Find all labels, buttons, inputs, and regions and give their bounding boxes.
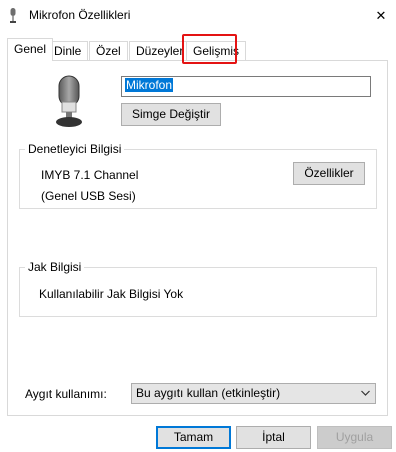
tab-bar: Genel Dinle Özel Düzeyler Gelişmiş: [7, 38, 392, 61]
window-title: Mikrofon Özellikleri: [29, 8, 131, 22]
controller-name: IMYB 7.1 Channel: [41, 168, 139, 182]
device-usage-label: Aygıt kullanımı:: [25, 387, 107, 401]
change-icon-button[interactable]: Simge Değiştir: [121, 103, 221, 126]
controller-subtitle: (Genel USB Sesi): [41, 189, 136, 203]
properties-button[interactable]: Özellikler: [293, 162, 365, 185]
tab-advanced[interactable]: Gelişmiş: [186, 41, 247, 61]
controller-info-legend: Denetleyici Bilgisi: [25, 142, 125, 157]
general-panel: Mikrofon Simge Değiştir Denetleyici Bilg…: [7, 60, 388, 416]
jack-info-legend: Jak Bilgisi: [25, 260, 85, 275]
microphone-icon: [56, 75, 82, 127]
cancel-button[interactable]: İptal: [236, 426, 311, 449]
controller-info-group: Denetleyici Bilgisi IMYB 7.1 Channel (Ge…: [19, 142, 377, 209]
tab-listen[interactable]: Dinle: [47, 41, 89, 61]
tab-general[interactable]: Genel: [7, 38, 54, 61]
device-name-value: Mikrofon: [125, 78, 174, 92]
device-usage-value: Bu aygıtı kullan (etkinleştir): [136, 386, 281, 400]
jack-info-group: Jak Bilgisi Kullanılabilir Jak Bilgisi Y…: [19, 260, 377, 317]
close-icon: ✕: [375, 8, 387, 23]
apply-button[interactable]: Uygula: [317, 426, 392, 449]
title-bar: Mikrofon Özellikleri ✕: [0, 0, 396, 31]
microphone-icon: [10, 8, 16, 23]
device-usage-select[interactable]: Bu aygıtı kullan (etkinleştir): [131, 383, 376, 404]
ok-button[interactable]: Tamam: [156, 426, 231, 449]
jack-info-text: Kullanılabilir Jak Bilgisi Yok: [39, 287, 184, 301]
chevron-down-icon: [361, 384, 370, 410]
tab-custom[interactable]: Özel: [89, 41, 128, 61]
device-name-input[interactable]: Mikrofon: [121, 76, 371, 97]
close-button[interactable]: ✕: [366, 0, 396, 31]
tab-levels[interactable]: Düzeyler: [129, 41, 191, 61]
